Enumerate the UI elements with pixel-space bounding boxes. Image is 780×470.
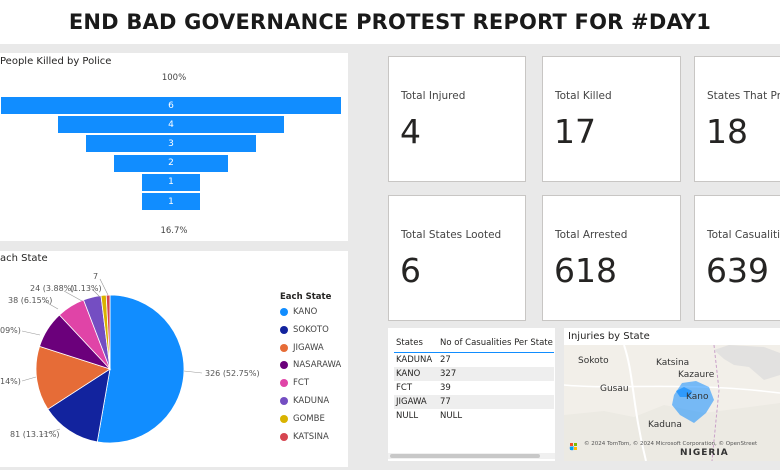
slice-label-kano: 326 (52.75%) — [205, 369, 260, 378]
legend-swatch — [280, 414, 288, 423]
funnel-chart-title: People Killed by Police — [0, 56, 112, 67]
card-label: Total States Looted — [401, 229, 502, 241]
card-total-killed[interactable]: Total Killed 17 — [542, 56, 681, 182]
legend-label: JIGAWA — [293, 342, 324, 353]
report-header: END BAD GOVERNANCE PROTEST REPORT FOR #D… — [0, 0, 780, 44]
funnel-bar[interactable]: 3 — [86, 135, 256, 153]
legend-swatch — [280, 397, 288, 405]
legend-label: KADUNA — [293, 396, 330, 406]
table-scrollbar-thumb[interactable] — [390, 454, 540, 458]
legend-swatch — [280, 325, 288, 334]
legend-label: KATSINA — [293, 431, 329, 442]
slice-label-kaduna: 24 (3.88%) — [30, 284, 75, 293]
map-copyright: © 2024 TomTom, © 2024 Microsoft Corporat… — [584, 441, 758, 447]
legend-item-kaduna[interactable]: KADUNA — [280, 396, 329, 406]
slice-label-fct: 38 (6.15%) — [8, 296, 53, 305]
legend-label: GOMBE — [293, 413, 325, 424]
funnel-bottom-percent: 16.7% — [160, 226, 188, 236]
legend-item-kano[interactable]: KANO — [280, 307, 317, 317]
table-cell: NULL — [396, 410, 419, 421]
legend-label: KANO — [293, 307, 318, 317]
slice-label-nasarawa: 09%) — [0, 326, 21, 335]
card-total-injured[interactable]: Total Injured 4 — [388, 56, 526, 182]
legend-item-gombe[interactable]: GOMBE — [280, 414, 325, 424]
table-cell: NULL — [440, 410, 463, 421]
table-cell: KANO — [394, 366, 438, 381]
table-row[interactable]: KANO 327 — [394, 366, 554, 381]
table-cell: KADUNA — [396, 354, 433, 365]
funnel-bar[interactable]: 1 — [142, 173, 200, 191]
funnel-chart-panel[interactable]: People Killed by Police 100% 643211 16.7… — [0, 53, 348, 241]
microsoft-logo-icon — [570, 443, 577, 450]
funnel-bar[interactable]: 6 — [1, 97, 341, 114]
table-header-row: States No of Casualities Per State — [394, 336, 554, 353]
card-value: 618 — [554, 251, 617, 290]
pie-leader-line — [183, 370, 203, 374]
map-place-nigeria: NIGERIA — [680, 448, 729, 458]
card-states-looted[interactable]: Total States Looted 6 — [388, 195, 526, 321]
map-place-kaduna: Kaduna — [648, 420, 682, 430]
funnel-bar[interactable]: 2 — [114, 154, 228, 172]
legend-item-jigawa[interactable]: JIGAWA — [280, 343, 324, 353]
card-value: 17 — [554, 112, 596, 151]
card-label: Total Casualitie — [707, 229, 780, 241]
table-row[interactable]: JIGAWA 77 — [394, 394, 554, 409]
card-total-casualties[interactable]: Total Casualitie 639 — [694, 195, 780, 321]
map-place-kano: Kano — [686, 392, 709, 402]
table-cell: 77 — [438, 394, 554, 409]
legend-item-nasarawa[interactable]: NASARAWA — [280, 360, 341, 370]
table-cell: FCT — [396, 382, 413, 393]
legend-item-fct[interactable]: FCT — [280, 378, 309, 388]
pie-leader-line — [21, 376, 37, 382]
slice-label-gombe: (1.13%) — [70, 284, 102, 293]
pie-chart-panel[interactable]: ach State 326 (52.75%) 81 (13.11%) 14%) … — [0, 251, 348, 467]
map-title: Injuries by State — [568, 331, 650, 342]
card-value: 18 — [706, 112, 748, 151]
card-states-protest[interactable]: States That Pro 18 — [694, 56, 780, 182]
legend-swatch — [280, 361, 288, 370]
legend-label: NASARAWA — [293, 360, 342, 371]
map-place-gusau: Gusau — [600, 384, 629, 394]
card-value: 4 — [400, 112, 421, 151]
table-cell: JIGAWA — [394, 394, 438, 409]
legend-swatch — [280, 308, 288, 316]
card-total-arrested[interactable]: Total Arrested 618 — [542, 195, 681, 321]
map-place-kazaure: Kazaure — [678, 370, 715, 380]
map-place-katsina: Katsina — [656, 358, 690, 368]
table-row[interactable]: FCT 39 — [394, 381, 554, 395]
legend-item-sokoto[interactable]: SOKOTO — [280, 325, 329, 335]
funnel-bar[interactable]: 1 — [142, 193, 200, 210]
card-label: Total Arrested — [555, 229, 628, 241]
legend-swatch — [280, 343, 288, 352]
injuries-map-panel[interactable]: Injuries by State Sokoto Katsina Kazaure… — [564, 328, 780, 461]
casualties-table-panel[interactable]: States No of Casualities Per State KADUN… — [388, 328, 555, 461]
pie-leader-line — [21, 330, 41, 336]
card-value: 639 — [706, 251, 769, 290]
card-label: States That Pro — [707, 90, 780, 102]
slice-label-sokoto: 81 (13.11%) — [10, 430, 60, 439]
legend-label: FCT — [293, 378, 310, 389]
column-header-states[interactable]: States — [394, 336, 438, 353]
table-cell: 39 — [440, 382, 451, 393]
funnel-top-percent: 100% — [161, 73, 187, 83]
legend-label: SOKOTO — [293, 324, 329, 335]
map-place-sokoto: Sokoto — [578, 356, 609, 366]
card-label: Total Injured — [401, 90, 466, 102]
card-value: 6 — [400, 251, 421, 290]
table-row[interactable]: NULL NULL — [394, 409, 554, 423]
table-row[interactable]: KADUNA 27 — [394, 353, 554, 367]
legend-item-katsina[interactable]: KATSINA — [280, 432, 329, 442]
casualties-table: States No of Casualities Per State KADUN… — [394, 336, 554, 423]
legend-swatch — [280, 432, 288, 441]
slice-label-katsina: 7 — [93, 272, 99, 281]
table-cell: 27 — [440, 354, 451, 365]
funnel-bar[interactable]: 4 — [57, 116, 285, 134]
card-label: Total Killed — [555, 90, 612, 102]
pie-legend-title: Each State — [280, 292, 332, 302]
column-header-casualties[interactable]: No of Casualities Per State — [438, 336, 554, 353]
legend-swatch — [280, 379, 288, 388]
table-cell: 327 — [438, 366, 554, 381]
slice-label-jigawa: 14%) — [0, 377, 21, 386]
report-title: END BAD GOVERNANCE PROTEST REPORT FOR #D… — [68, 10, 712, 34]
